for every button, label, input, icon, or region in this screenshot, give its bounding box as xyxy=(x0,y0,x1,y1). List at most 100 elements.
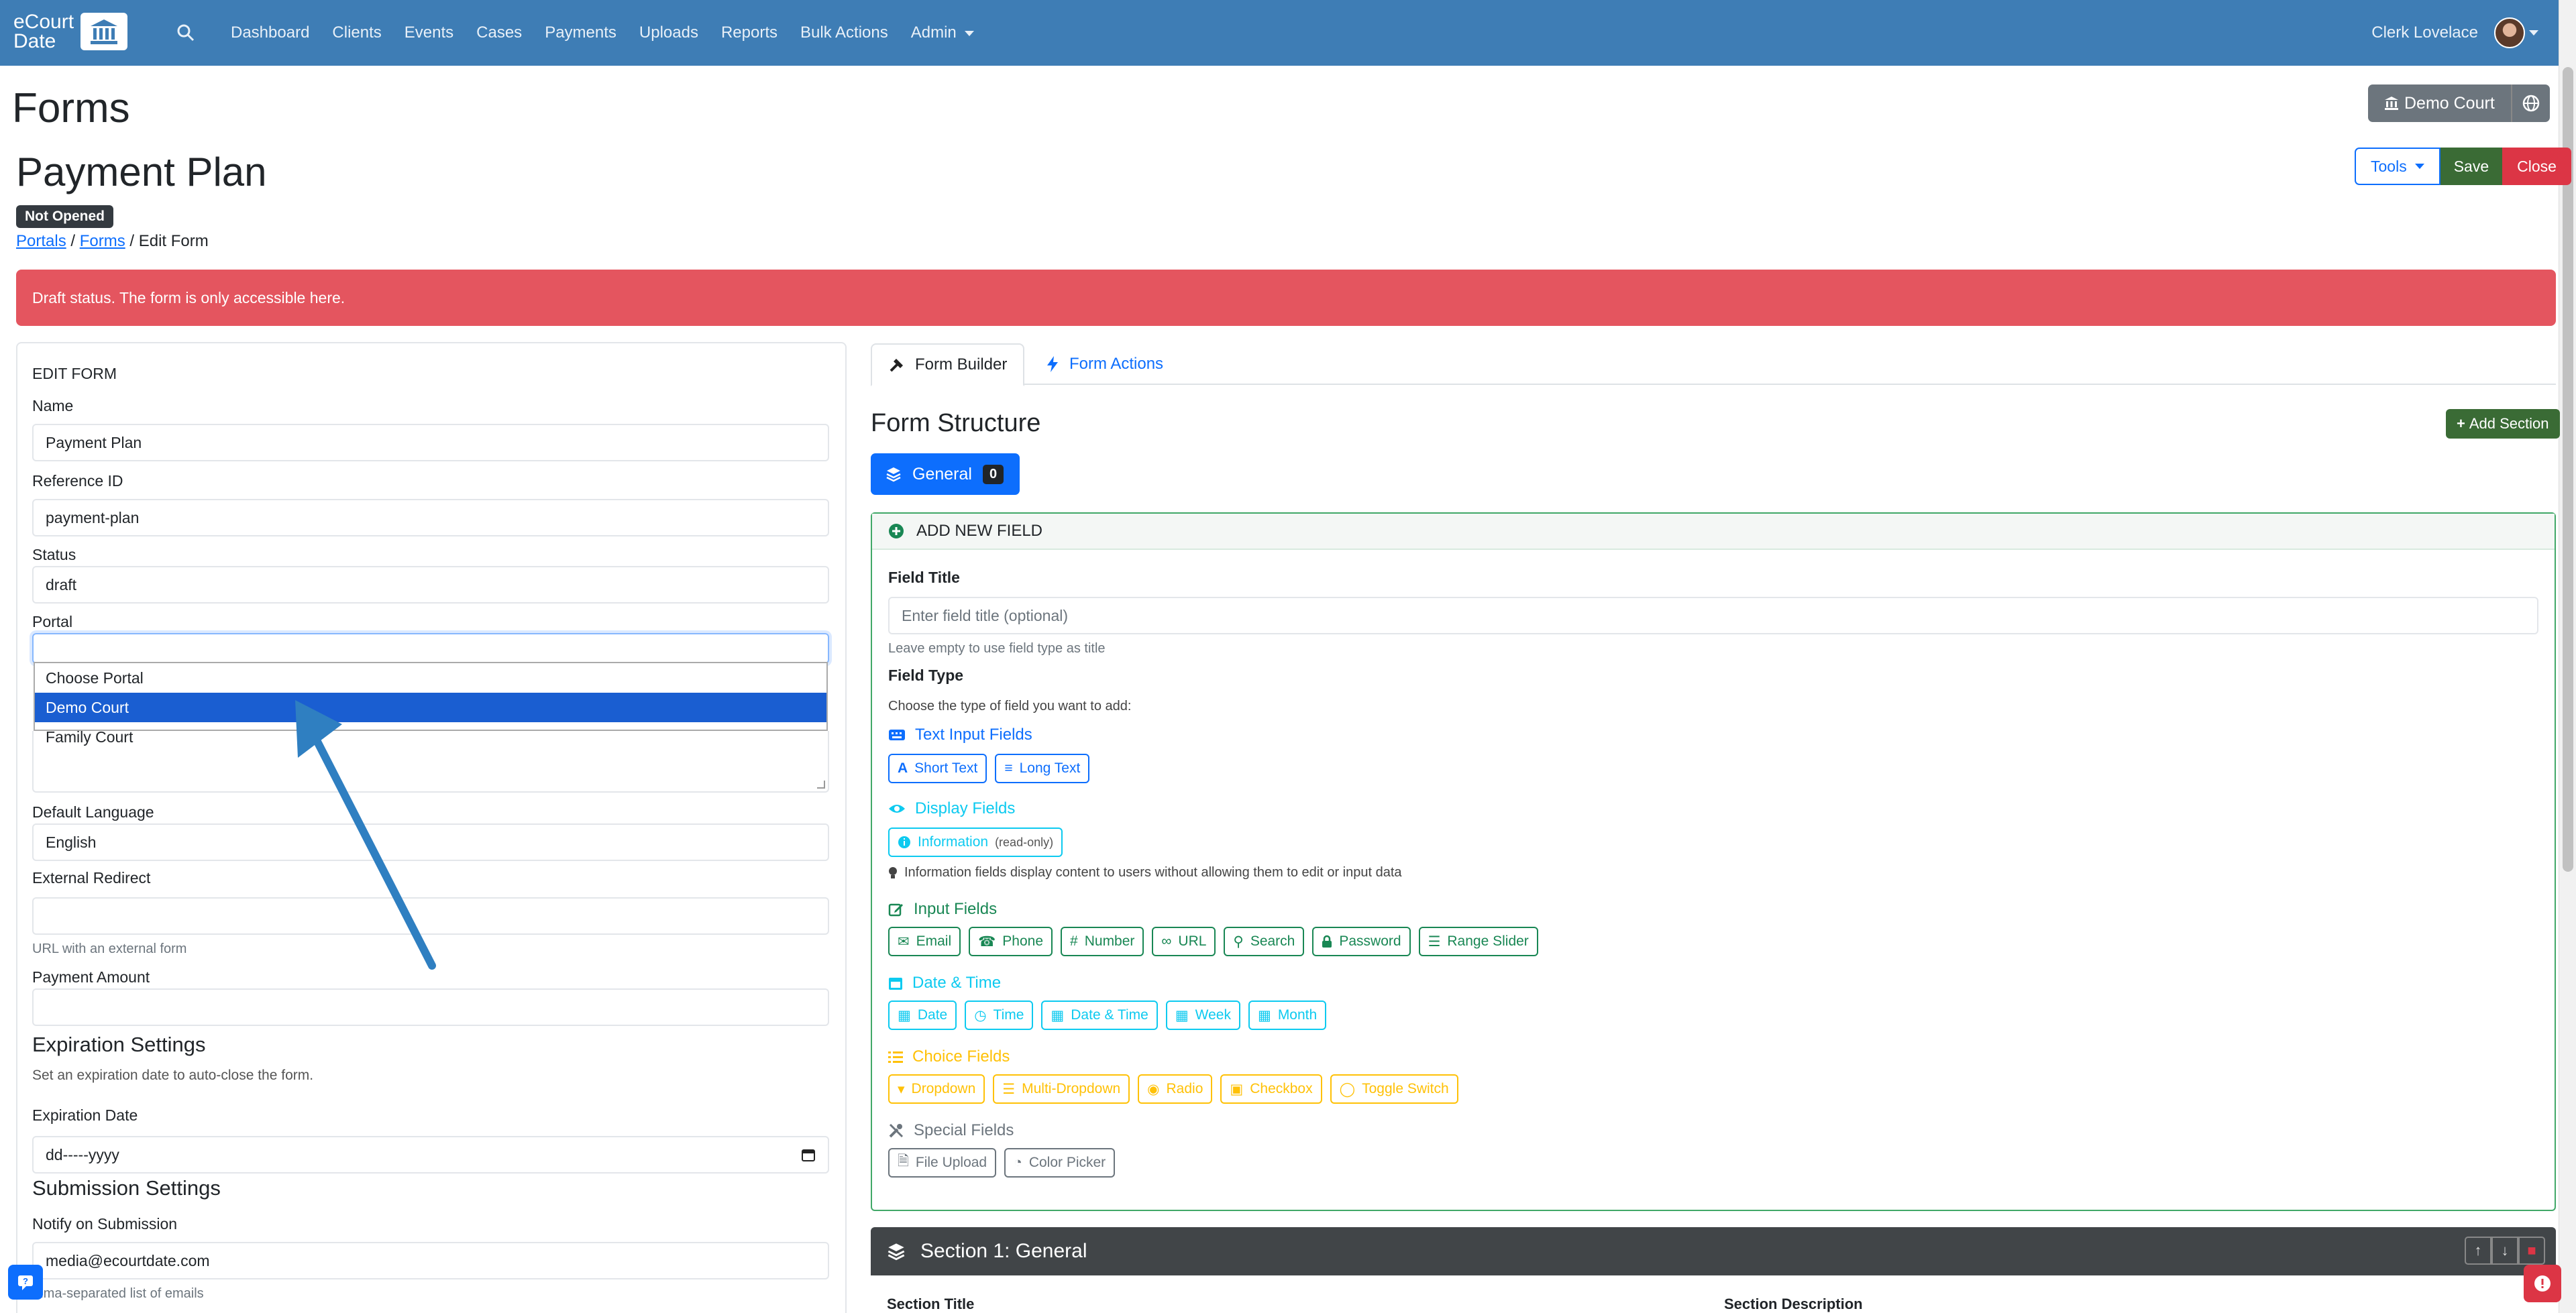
user-menu[interactable]: Clerk Lovelace xyxy=(2371,17,2538,48)
default-language-select[interactable]: English xyxy=(32,823,829,861)
display-fields-title: Display Fields xyxy=(915,799,1016,817)
multi-dropdown-button[interactable]: ☰ Multi-Dropdown xyxy=(993,1074,1130,1104)
add-new-field-header[interactable]: ADD NEW FIELD xyxy=(872,514,2555,550)
svg-text:?: ? xyxy=(23,1276,28,1286)
external-redirect-input[interactable] xyxy=(32,897,829,935)
section-controls: ↑ ↓ ■ xyxy=(2465,1237,2545,1265)
move-up-icon[interactable]: ↑ xyxy=(2465,1237,2491,1265)
portal-dropdown-list: Choose Portal Demo Court Family Court xyxy=(34,662,828,746)
field-title-input[interactable]: Enter field title (optional) xyxy=(888,597,2538,634)
help-chat-button[interactable]: ? xyxy=(8,1265,43,1300)
nav-events[interactable]: Events xyxy=(405,23,453,42)
nav-uploads[interactable]: Uploads xyxy=(639,23,698,42)
hashtag-icon: # xyxy=(1070,933,1078,949)
move-down-icon[interactable]: ↓ xyxy=(2491,1237,2518,1265)
text-input-fields-heading: Text Input Fields xyxy=(888,726,1032,744)
demo-court-label: Demo Court xyxy=(2404,93,2495,113)
password-button[interactable]: Password xyxy=(1312,927,1411,956)
calendar-icon[interactable] xyxy=(801,1147,816,1162)
radio-button[interactable]: ◉ Radio xyxy=(1138,1074,1213,1104)
url-button[interactable]: ∞ URL xyxy=(1152,927,1216,956)
status-input[interactable]: draft xyxy=(32,566,829,604)
close-button[interactable]: Close xyxy=(2502,148,2571,185)
error-report-button[interactable] xyxy=(2524,1265,2561,1302)
checkbox-button[interactable]: ▣ Checkbox xyxy=(1220,1074,1322,1104)
month-button[interactable]: ▦ Month xyxy=(1248,1001,1327,1030)
courthouse-icon xyxy=(2385,97,2398,110)
nav-cases[interactable]: Cases xyxy=(476,23,522,42)
number-button[interactable]: # Number xyxy=(1061,927,1144,956)
description-textarea[interactable] xyxy=(32,731,829,793)
dropdown-button[interactable]: ▾ Dropdown xyxy=(888,1074,985,1104)
save-button[interactable]: Save xyxy=(2440,148,2503,185)
reference-id-label: Reference ID xyxy=(32,472,123,490)
breadcrumb-separator: / xyxy=(125,232,139,250)
logo-text: eCourt Date xyxy=(13,11,74,52)
nav-clients[interactable]: Clients xyxy=(332,23,381,42)
toggle-switch-label: Toggle Switch xyxy=(1362,1081,1449,1096)
multi-dropdown-label: Multi-Dropdown xyxy=(1022,1081,1121,1096)
portal-select[interactable] xyxy=(32,633,829,664)
information-button[interactable]: Information (read-only) xyxy=(888,827,1063,857)
reference-id-input[interactable]: payment-plan xyxy=(32,499,829,536)
edit-icon xyxy=(888,903,903,917)
app-logo[interactable]: eCourt Date xyxy=(13,11,128,52)
search-icon[interactable] xyxy=(176,23,196,43)
notify-hint: mma-separated list of emails xyxy=(32,1286,204,1301)
date-time-button[interactable]: ▦ Date & Time xyxy=(1041,1001,1158,1030)
input-fields-title: Input Fields xyxy=(914,900,998,918)
name-input[interactable]: Payment Plan xyxy=(32,424,829,461)
nav-bulk-actions[interactable]: Bulk Actions xyxy=(800,23,888,42)
breadcrumb-current: Edit Form xyxy=(138,232,209,250)
email-button[interactable]: ✉ Email xyxy=(888,927,961,956)
date-button[interactable]: ▦ Date xyxy=(888,1001,957,1030)
file-upload-button[interactable]: 🗎 File Upload xyxy=(888,1148,997,1178)
long-text-button[interactable]: ≡ Long Text xyxy=(995,754,1090,783)
input-field-buttons: ✉ Email ☎ Phone # Number ∞ URL ⚲ Search Passw… xyxy=(888,927,1538,956)
time-button[interactable]: ◷ Time xyxy=(965,1001,1034,1030)
color-picker-button[interactable]: ◔ Color Picker xyxy=(1004,1148,1116,1178)
display-buttons: Information (read-only) xyxy=(888,827,1063,857)
globe-icon[interactable] xyxy=(2510,84,2550,122)
week-button[interactable]: ▦ Week xyxy=(1165,1001,1240,1030)
scrollbar-thumb[interactable] xyxy=(2563,67,2573,872)
page-title: Forms xyxy=(12,85,130,131)
expiration-date-input[interactable]: dd-----yyyy xyxy=(32,1136,829,1174)
range-slider-button[interactable]: ☰ Range Slider xyxy=(1418,927,1538,956)
payment-amount-input[interactable] xyxy=(32,988,829,1026)
user-name: Clerk Lovelace xyxy=(2371,23,2478,42)
bolt-icon xyxy=(1047,356,1058,372)
tab-form-builder[interactable]: Form Builder xyxy=(871,343,1025,386)
caret-down-icon: ▾ xyxy=(898,1081,905,1097)
name-label: Name xyxy=(32,397,74,414)
logo-line-1: eCourt xyxy=(13,11,74,33)
chevron-down-icon xyxy=(2529,30,2538,36)
breadcrumb-forms-link[interactable]: Forms xyxy=(80,232,125,250)
add-section-button[interactable]: + Add Section xyxy=(2446,409,2560,439)
toggle-switch-button[interactable]: ◯ Toggle Switch xyxy=(1330,1074,1458,1104)
breadcrumb-portals-link[interactable]: Portals xyxy=(16,232,66,250)
search-button[interactable]: ⚲ Search xyxy=(1224,927,1305,956)
check-square-icon: ▣ xyxy=(1230,1081,1244,1097)
plus-icon: + xyxy=(2457,415,2465,432)
nav-admin-dropdown[interactable]: Admin xyxy=(911,23,974,42)
trash-icon[interactable]: ■ xyxy=(2518,1237,2545,1265)
notify-on-submission-input[interactable]: media@ecourtdate.com xyxy=(32,1242,829,1279)
nav-reports[interactable]: Reports xyxy=(721,23,777,42)
portal-option-demo-court[interactable]: Demo Court xyxy=(35,693,826,722)
phone-button[interactable]: ☎ Phone xyxy=(969,927,1053,956)
tools-dropdown-button[interactable]: Tools xyxy=(2355,148,2440,185)
page-scrollbar[interactable] xyxy=(2559,0,2576,1313)
demo-court-button[interactable]: Demo Court xyxy=(2368,84,2511,122)
password-label: Password xyxy=(1339,933,1401,949)
tab-form-actions[interactable]: Form Actions xyxy=(1029,343,1179,385)
nav-payments[interactable]: Payments xyxy=(545,23,616,42)
edit-form-header: EDIT FORM xyxy=(32,365,117,382)
portal-option-choose[interactable]: Choose Portal xyxy=(35,663,826,693)
breadcrumb-separator: / xyxy=(66,232,80,250)
section-tab-general[interactable]: General 0 xyxy=(871,453,1020,495)
short-text-button[interactable]: A Short Text xyxy=(888,754,987,783)
form-title: Payment Plan xyxy=(16,150,267,194)
nav-dashboard[interactable]: Dashboard xyxy=(231,23,309,42)
avatar xyxy=(2494,17,2525,48)
